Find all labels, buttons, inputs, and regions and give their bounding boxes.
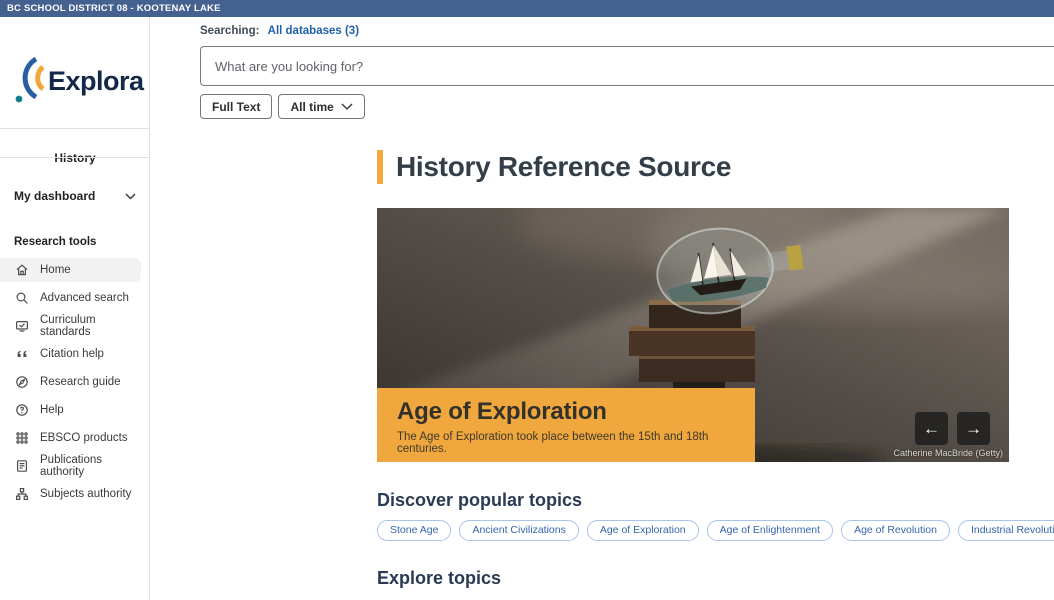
sidebar-item-label: Advanced search (40, 292, 129, 304)
sidebar-nav: Home Advanced search Curriculum standard… (0, 258, 150, 510)
search-filter-row: Full Text All time (200, 94, 1054, 119)
grid-icon (15, 431, 29, 445)
sidebar-item-research-guide[interactable]: Research guide (0, 370, 141, 394)
sidebar-divider (0, 157, 150, 158)
sidebar-item-label: Help (40, 404, 64, 416)
arrow-right-icon: → (965, 419, 982, 438)
discover-popular-topics-heading: Discover popular topics (377, 490, 582, 511)
sidebar-item-advanced-search[interactable]: Advanced search (0, 286, 141, 310)
sidebar-item-label: EBSCO products (40, 432, 128, 444)
main-content: History Reference Source (377, 148, 1009, 186)
topic-pill-stone-age[interactable]: Stone Age (377, 520, 451, 541)
page-title-row: History Reference Source (377, 148, 1009, 186)
sidebar-item-label: Citation help (40, 348, 104, 360)
topic-pill-age-of-exploration[interactable]: Age of Exploration (587, 520, 699, 541)
document-icon (15, 459, 29, 473)
full-text-filter-label: Full Text (212, 100, 260, 114)
searching-row: Searching: All databases (3) (200, 25, 1054, 37)
sidebar-item-label: Subjects authority (40, 488, 131, 500)
search-icon (15, 291, 29, 305)
hero-caption: Age of Exploration The Age of Exploratio… (377, 388, 755, 462)
sidebar-divider (0, 128, 150, 129)
page-title: History Reference Source (396, 151, 731, 183)
question-circle-icon (15, 403, 29, 417)
sidebar-item-citation-help[interactable]: Citation help (0, 342, 141, 366)
compass-icon (15, 375, 29, 389)
monitor-icon (15, 319, 29, 333)
explore-topics-heading: Explore topics (377, 568, 501, 589)
district-banner-title: BC SCHOOL DISTRICT 08 - KOOTENAY LAKE (7, 3, 221, 14)
explora-logo[interactable]: Explora (12, 55, 140, 107)
hero-carousel: Age of Exploration The Age of Exploratio… (377, 208, 1009, 462)
my-dashboard-toggle[interactable]: My dashboard (14, 189, 136, 203)
full-text-filter-button[interactable]: Full Text (200, 94, 272, 119)
search-input[interactable] (200, 46, 1054, 86)
sidebar-item-label: Curriculum standards (40, 314, 141, 338)
my-dashboard-label: My dashboard (14, 189, 95, 203)
hierarchy-icon (15, 487, 29, 501)
carousel-prev-button[interactable]: ← (915, 412, 948, 445)
sidebar-item-label: Publications authority (40, 454, 141, 478)
district-banner: BC SCHOOL DISTRICT 08 - KOOTENAY LAKE (0, 0, 1054, 17)
topic-pill-age-of-revolution[interactable]: Age of Revolution (841, 520, 950, 541)
research-tools-heading: Research tools (14, 236, 96, 248)
sidebar-item-curriculum-standards[interactable]: Curriculum standards (0, 314, 141, 338)
sidebar: Explora History My dashboard Research to… (0, 17, 150, 600)
hero-title: Age of Exploration (397, 398, 755, 426)
popular-topic-pills: Stone Age Ancient Civilizations Age of E… (377, 520, 1054, 541)
sidebar-item-label: Research guide (40, 376, 121, 388)
sidebar-item-subjects-authority[interactable]: Subjects authority (0, 482, 141, 506)
arrow-left-icon: ← (923, 419, 940, 438)
image-credit: Catherine MacBride (Getty) (893, 448, 1003, 458)
title-accent-bar (377, 150, 383, 184)
topic-pill-industrial-revolution[interactable]: Industrial Revolution (958, 520, 1054, 541)
home-icon (15, 263, 29, 277)
quote-icon (15, 347, 29, 361)
explora-logo-mark-icon (12, 53, 46, 110)
sidebar-item-help[interactable]: Help (0, 398, 141, 422)
carousel-controls: ← → (915, 412, 990, 445)
hero-subtitle: The Age of Exploration took place betwee… (397, 431, 755, 455)
profile-name: History (0, 151, 150, 165)
explora-logo-text: Explora (48, 66, 144, 97)
time-filter-label: All time (290, 100, 333, 114)
topic-pill-ancient-civilizations[interactable]: Ancient Civilizations (459, 520, 578, 541)
sidebar-item-publications-authority[interactable]: Publications authority (0, 454, 141, 478)
search-region: Searching: All databases (3) Full Text A… (200, 17, 1054, 119)
searching-label: Searching: (200, 25, 259, 37)
sidebar-item-home[interactable]: Home (0, 258, 141, 282)
time-filter-dropdown[interactable]: All time (278, 94, 364, 119)
search-scope-link[interactable]: All databases (3) (268, 25, 359, 37)
sidebar-item-label: Home (40, 264, 71, 276)
topic-pill-age-of-enlightenment[interactable]: Age of Enlightenment (707, 520, 833, 541)
chevron-down-icon (125, 189, 136, 203)
chevron-down-icon (341, 100, 353, 114)
sidebar-item-ebsco-products[interactable]: EBSCO products (0, 426, 141, 450)
carousel-next-button[interactable]: → (957, 412, 990, 445)
